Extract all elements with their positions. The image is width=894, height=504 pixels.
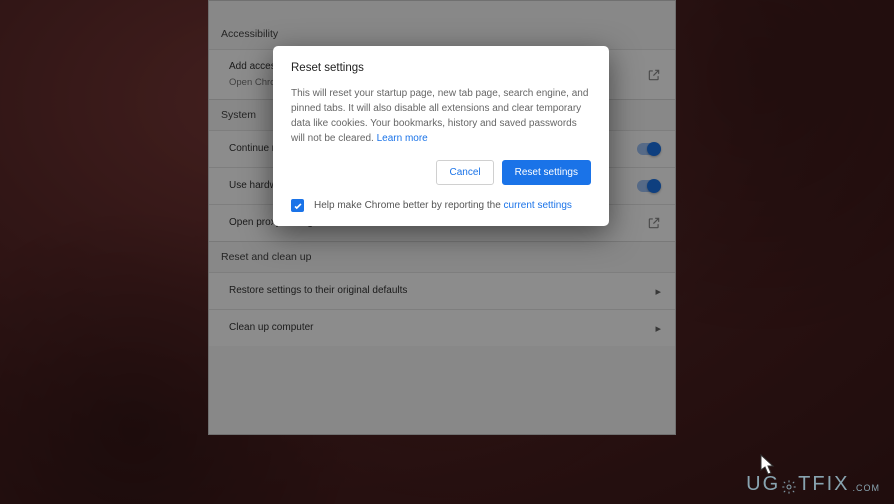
checkbox-label: Help make Chrome better by reporting the…: [314, 200, 572, 211]
dialog-body-text: This will reset your startup page, new t…: [291, 88, 588, 144]
dialog-body: This will reset your startup page, new t…: [291, 86, 591, 146]
learn-more-link[interactable]: Learn more: [377, 133, 428, 144]
watermark-pre: UG: [746, 473, 780, 496]
cursor-icon: [760, 454, 776, 476]
reset-settings-dialog: Reset settings This will reset your star…: [273, 46, 609, 226]
watermark: UG TFIX .COM: [746, 473, 880, 496]
report-settings-row[interactable]: Help make Chrome better by reporting the…: [291, 199, 591, 212]
checkbox-text-pre: Help make Chrome better by reporting the: [314, 200, 504, 211]
cancel-button[interactable]: Cancel: [436, 160, 493, 185]
gear-icon: [781, 478, 797, 494]
dialog-actions: Cancel Reset settings: [291, 160, 591, 185]
checkbox-checked[interactable]: [291, 199, 304, 212]
dialog-title: Reset settings: [291, 62, 591, 74]
watermark-post: TFIX: [798, 473, 849, 496]
current-settings-link[interactable]: current settings: [504, 200, 572, 211]
reset-settings-button[interactable]: Reset settings: [502, 160, 591, 185]
watermark-tld: .COM: [853, 483, 881, 493]
